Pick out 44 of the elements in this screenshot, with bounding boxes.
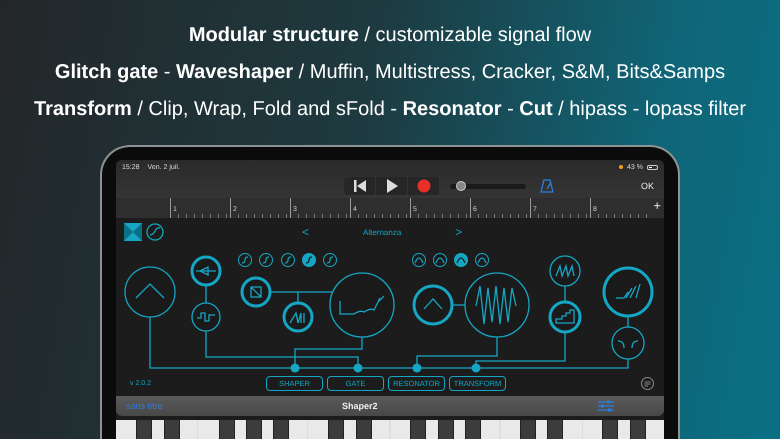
curve-selector[interactable] [259, 253, 273, 267]
preset-name: Alternanza [363, 228, 402, 236]
oscillation-knob[interactable] [464, 272, 530, 338]
curve-selector[interactable] [302, 253, 316, 267]
previous-preset-button[interactable]: < [302, 225, 310, 239]
caret-knob[interactable] [412, 284, 454, 326]
notes-icon[interactable] [641, 376, 654, 390]
connection-node[interactable] [472, 364, 480, 372]
app-logo-icon [124, 223, 142, 241]
wave-scope-knob[interactable] [329, 272, 395, 338]
connection-node[interactable] [412, 364, 422, 372]
filter-curve-knob[interactable] [611, 326, 645, 360]
curve-selector[interactable] [323, 253, 337, 267]
sawtooth-knob[interactable] [282, 302, 314, 332]
filter-shape-selector[interactable] [454, 253, 468, 267]
arrow-knob[interactable] [190, 256, 222, 286]
filter-shape-selector[interactable] [475, 253, 489, 267]
connection-node[interactable] [354, 364, 362, 372]
plugin-title: Shaper2 [342, 401, 379, 411]
next-preset-button[interactable]: > [455, 225, 462, 239]
sawtooth-knob[interactable] [549, 255, 581, 287]
filter-shape-selector[interactable] [412, 253, 426, 267]
play-icon [386, 179, 398, 193]
skip-back-icon [352, 180, 366, 192]
ramp-knob[interactable] [602, 266, 654, 318]
curve-selector[interactable] [281, 253, 295, 267]
envelope-knob[interactable] [124, 266, 176, 318]
waveform-logo-icon [146, 223, 164, 241]
feature-headline: Modular structure / customizable signal flow [188, 23, 592, 48]
add-button[interactable]: + [650, 198, 664, 214]
ok-button[interactable]: OK [640, 181, 654, 191]
feature-headline: Transform / Clip, Wrap, Fold and sFold - Resonator - Cut / hipass - lopass filter [34, 97, 746, 122]
square-knob[interactable] [240, 276, 272, 308]
connection-node[interactable] [290, 364, 300, 372]
position-slider[interactable] [450, 184, 526, 188]
steps-knob[interactable] [548, 300, 582, 334]
battery-icon [647, 164, 658, 170]
curve-selector[interactable] [238, 253, 252, 267]
feature-headline: Glitch gate - Waveshaper / Muffin, Multistress, Cracker, S&M, Bits&Samps [54, 60, 726, 85]
recording-indicator-icon [619, 165, 624, 169]
record-icon [416, 179, 430, 193]
metronome-icon[interactable] [540, 179, 554, 193]
pulse-knob[interactable] [191, 302, 221, 332]
filter-shape-selector[interactable] [433, 253, 447, 267]
